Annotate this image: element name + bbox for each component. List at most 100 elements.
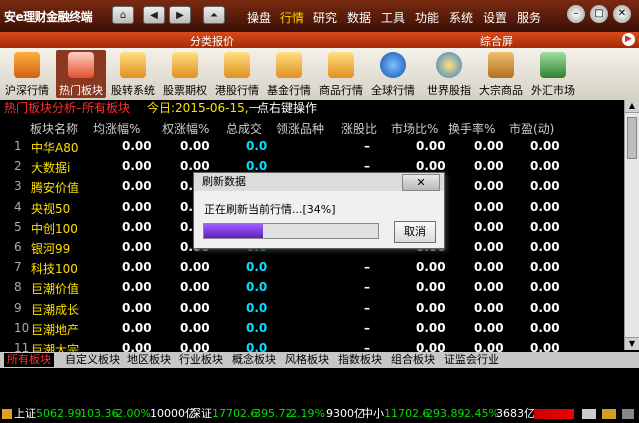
cell-no: 8 [14,280,22,295]
col-weighted-change[interactable]: 权涨幅% [162,120,209,137]
mail-icon[interactable] [582,409,596,419]
zx-percent: -2.45% [460,407,499,420]
tab-concept[interactable]: 概念板块 [229,353,279,367]
cell-h: 0.00 [530,320,560,335]
tab-industry[interactable]: 行业板块 [176,353,226,367]
tool-ganggu[interactable]: 港股行情 [212,50,262,98]
menu-shuju[interactable]: 数据 [347,9,371,26]
cell-a: 0.00 [122,280,152,295]
tool-hushen[interactable]: 沪深行情 [2,50,52,98]
cell-g: 0.00 [474,300,504,315]
box-icon [488,52,514,78]
cell-c: 0.0 [246,320,268,335]
tool-guzhuan[interactable]: 股转系统 [108,50,158,98]
tool-label: 全球行情 [371,84,415,97]
tool-label: 股转系统 [111,84,155,97]
maximize-icon[interactable]: □ [590,5,608,23]
chart-icon [328,52,354,78]
cell-f: 0.00 [416,280,446,295]
back-button[interactable]: ◀ [143,6,165,24]
title-bar: 安e理财金融终端 ⌂ ◀ ▶ ⏶ 操盘 行情 研究 数据 工具 功能 系统 设置… [0,0,639,32]
cell-g: 0.00 [474,260,504,275]
cancel-button[interactable]: 取消 [394,221,436,243]
date-label: 今日:2015-06-15,一 [147,101,261,115]
tool-waihui[interactable]: 外汇市场 [528,50,578,98]
forward-button[interactable]: ▶ [169,6,191,24]
up-button[interactable]: ⏶ [203,6,225,24]
tool-jijin[interactable]: 基金行情 [264,50,314,98]
col-up-ratio[interactable]: 涨股比 [341,120,377,137]
menu-hangqing[interactable]: 行情 [280,9,304,26]
cell-name: 巨潮成长 [31,302,80,317]
menu-gongju[interactable]: 工具 [381,9,405,26]
scroll-up-icon[interactable]: ▲ [625,100,639,113]
tool-label: 沪深行情 [5,84,49,97]
home-button[interactable]: ⌂ [112,6,134,24]
scroll-thumb[interactable] [627,117,637,159]
cell-b: 0.00 [180,300,210,315]
tool-shangpin[interactable]: 商品行情 [316,50,366,98]
cell-e: – [364,320,370,335]
menu-xitong[interactable]: 系统 [449,9,473,26]
menu-fuwu[interactable]: 服务 [517,9,541,26]
table-row[interactable]: 8 巨潮价值 0.00 0.00 0.0 – 0.00 0.00 0.00 [0,277,625,297]
tab-index[interactable]: 指数板块 [335,353,385,367]
menu-shezhi[interactable]: 设置 [483,9,507,26]
page-title: 热门板块分析–所有板块 [4,101,131,115]
tool-quanqiu[interactable]: 全球行情 [368,50,418,98]
table-row[interactable]: 7 科技100 0.00 0.00 0.0 – 0.00 0.00 0.00 [0,257,625,277]
cell-b: 0.00 [180,320,210,335]
cell-name: 银河99 [31,242,71,256]
scroll-down-icon[interactable]: ▼ [625,337,639,350]
col-pe[interactable]: 市盈(动) [509,120,554,137]
menu-yanjiu[interactable]: 研究 [313,9,337,26]
cell-a: 0.00 [122,320,152,335]
tab-bar: 所有板块 自定义板块 地区板块 行业板块 概念板块 风格板块 指数板块 组合板块… [0,352,639,368]
dialog-close-button[interactable]: ✕ [402,174,440,191]
cell-c: 0.0 [246,280,268,295]
message-icon[interactable] [602,409,616,419]
close-icon[interactable]: ✕ [613,5,631,23]
menu-caopan[interactable]: 操盘 [247,9,271,26]
zx-label: 中小 [362,407,384,420]
table-row[interactable]: 9 巨潮成长 0.00 0.00 0.0 – 0.00 0.00 0.00 [0,298,625,318]
tab-style[interactable]: 风格板块 [282,353,332,367]
fire-icon [68,52,94,78]
col-volume[interactable]: 总成交 [226,120,262,137]
settings-icon[interactable] [622,409,634,419]
col-market-ratio[interactable]: 市场比% [391,120,438,137]
tool-label: 外汇市场 [531,84,575,97]
col-turnover[interactable]: 换手率% [448,120,495,137]
cell-g: 0.00 [474,280,504,295]
tab-all[interactable]: 所有板块 [4,353,54,367]
cell-f: 0.00 [416,300,446,315]
tool-remen[interactable]: 热门板块 [56,50,106,98]
cell-h: 0.00 [530,199,560,214]
tab-csrc[interactable]: 证监会行业 [441,353,502,367]
col-name[interactable]: 板块名称 [30,120,78,137]
cell-name: 中创100 [31,221,78,236]
sh-percent: -2.00% [112,407,151,420]
col-leader[interactable]: 领涨品种 [276,120,324,137]
tool-qiquan[interactable]: 股票期权 [160,50,210,98]
cell-no: 1 [14,139,22,153]
col-avg-change[interactable]: 均涨幅% [93,120,140,137]
tab-combo[interactable]: 组合板块 [388,353,438,367]
minimize-icon[interactable]: – [567,5,585,23]
arrow-right-icon[interactable]: ▶ [622,33,635,46]
cell-c: 0.0 [246,260,268,275]
table-row[interactable]: 1 中华A80 0.00 0.00 0.0 – 0.00 0.00 0.00 [0,136,625,156]
table-row[interactable]: 10 巨潮地产 0.00 0.00 0.0 – 0.00 0.00 0.00 [0,318,625,338]
tab-custom[interactable]: 自定义板块 [62,353,123,367]
cell-g: 0.00 [474,199,504,214]
cell-e: – [364,280,370,295]
cell-h: 0.00 [530,139,560,153]
zx-amount: 3683亿 [496,407,535,420]
tool-dazong[interactable]: 大宗商品 [476,50,526,98]
tool-label: 股票期权 [163,84,207,97]
cell-c: 0.0 [246,139,268,153]
menu-gongneng[interactable]: 功能 [415,9,439,26]
vertical-scrollbar[interactable]: ▲ ▼ [624,100,639,350]
tool-shijieguzhi[interactable]: 世界股指 [424,50,474,98]
tab-region[interactable]: 地区板块 [124,353,174,367]
